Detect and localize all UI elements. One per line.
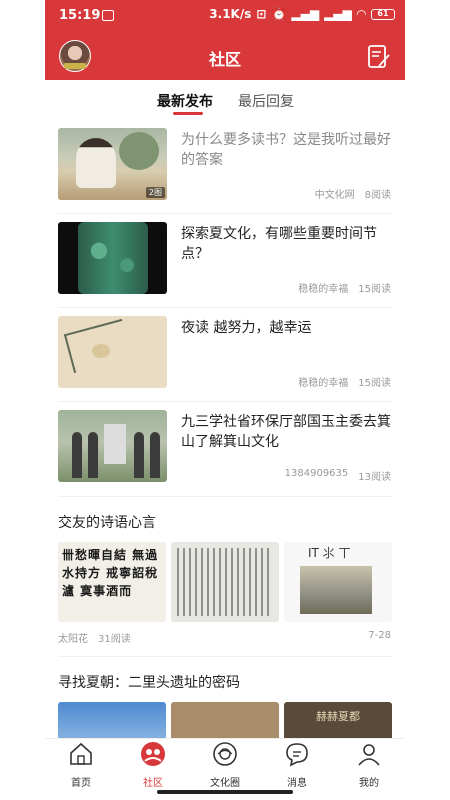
page-title: 社区 bbox=[208, 50, 241, 69]
post-image-gallery[interactable]: 卌愁暉自結 無過水持方 戒寧詔稅瀘 寞事酒而 IT ⺢ 丅 bbox=[58, 542, 405, 622]
article-meta: 中文化网 8阅读 bbox=[315, 186, 391, 201]
calligraphy-image: 卌愁暉自結 無過水持方 戒寧詔稅瀘 寞事酒而 bbox=[58, 542, 166, 622]
battery-icon: 61 bbox=[371, 8, 395, 20]
article-title: 探索夏文化，有哪些重要时间节点？ bbox=[181, 226, 377, 262]
article-thumbnail: 2图 bbox=[58, 128, 167, 200]
active-tab-indicator bbox=[173, 112, 203, 115]
manuscript-image bbox=[171, 542, 279, 622]
article-thumbnail bbox=[58, 410, 167, 482]
nav-culture-circle[interactable]: 文化圈 bbox=[189, 741, 261, 789]
status-bar: 15:19 3.1K/s ⊡ ⏰ ▂▄▆ ▂▄▆ ◠ 61 bbox=[45, 0, 405, 34]
nfc-icon: ⊡ bbox=[256, 7, 267, 21]
article-title: 为什么要多读书？这是我听过最好的答案 bbox=[181, 132, 391, 168]
post-author: 太阳花 bbox=[58, 634, 88, 645]
bird-painting-image: IT ⺢ 丅 bbox=[284, 542, 392, 622]
article-meta: 稳稳的幸福 15阅读 bbox=[298, 374, 391, 389]
status-time: 15:19 bbox=[59, 8, 101, 23]
message-icon bbox=[286, 743, 308, 767]
article-author: 1384909635 bbox=[284, 468, 349, 479]
app-screen: 15:19 3.1K/s ⊡ ⏰ ▂▄▆ ▂▄▆ ◠ 61 社区 最新发布 最后… bbox=[45, 0, 405, 800]
wifi-icon: ◠ bbox=[356, 7, 366, 21]
list-item[interactable]: 2图 为什么要多读书？这是我听过最好的答案 中文化网 8阅读 bbox=[45, 120, 405, 214]
article-reads: 15阅读 bbox=[358, 284, 391, 295]
article-reads: 8阅读 bbox=[364, 190, 391, 201]
post-title[interactable]: 交友的诗语心言 bbox=[58, 512, 156, 532]
nav-home[interactable]: 首页 bbox=[45, 741, 117, 789]
status-indicators: 3.1K/s ⊡ ⏰ ▂▄▆ ▂▄▆ ◠ 61 bbox=[209, 7, 395, 21]
app-header: 社区 bbox=[45, 34, 405, 80]
post-reads: 31阅读 bbox=[98, 634, 131, 645]
nav-profile[interactable]: 我的 bbox=[333, 741, 405, 789]
relic-image bbox=[171, 702, 279, 742]
alarm-icon: ⏰ bbox=[271, 7, 287, 21]
article-title: 夜读 越努力，越幸运 bbox=[181, 320, 312, 336]
notification-icon bbox=[102, 10, 114, 21]
feed-tabs: 最新发布 最后回复 bbox=[45, 80, 405, 120]
bottom-navigation: 首页 社区 文化圈 消息 我的 bbox=[45, 738, 405, 790]
edit-post-icon[interactable] bbox=[367, 44, 391, 70]
tab-last-reply[interactable]: 最后回复 bbox=[238, 91, 294, 111]
article-author: 稳稳的幸福 bbox=[298, 378, 349, 389]
network-speed: 3.1K/s bbox=[209, 7, 252, 21]
article-author: 稳稳的幸福 bbox=[298, 284, 349, 295]
home-icon bbox=[70, 742, 92, 765]
article-thumbnail bbox=[58, 222, 167, 294]
article-reads: 15阅读 bbox=[358, 378, 391, 389]
post-image-gallery[interactable]: 赫赫夏都 bbox=[58, 702, 405, 742]
list-item[interactable]: 探索夏文化，有哪些重要时间节点？ 稳稳的幸福 15阅读 bbox=[45, 214, 405, 308]
xia-capital-image: 赫赫夏都 bbox=[284, 702, 392, 742]
nav-community[interactable]: 社区 bbox=[117, 741, 189, 789]
post-date: 7-28 bbox=[368, 630, 391, 641]
profile-icon bbox=[358, 744, 380, 766]
culture-circle-icon bbox=[213, 742, 237, 766]
article-title: 九三学社省环保厅部国玉主委去箕山了解箕山文化 bbox=[181, 414, 391, 450]
divider bbox=[58, 496, 392, 497]
article-meta: 稳稳的幸福 15阅读 bbox=[298, 280, 391, 295]
list-item[interactable]: 九三学社省环保厅部国玉主委去箕山了解箕山文化 1384909635 13阅读 bbox=[45, 402, 405, 496]
community-icon bbox=[141, 742, 165, 766]
divider bbox=[58, 656, 392, 657]
post-title[interactable]: 寻找夏朝：二里头遗址的密码 bbox=[58, 672, 240, 692]
signal-2-icon: ▂▄▆ bbox=[324, 7, 352, 21]
nav-messages[interactable]: 消息 bbox=[261, 741, 333, 789]
post-meta: 太阳花 31阅读 bbox=[58, 630, 131, 645]
image-count-badge: 2图 bbox=[145, 187, 165, 198]
article-author: 中文化网 bbox=[314, 190, 355, 201]
tab-latest[interactable]: 最新发布 bbox=[157, 91, 213, 111]
sky-image bbox=[58, 702, 166, 742]
article-meta: 1384909635 13阅读 bbox=[285, 468, 391, 483]
home-indicator bbox=[157, 790, 293, 794]
article-thumbnail bbox=[58, 316, 167, 388]
list-item[interactable]: 夜读 越努力，越幸运 稳稳的幸福 15阅读 bbox=[45, 308, 405, 402]
article-reads: 13阅读 bbox=[358, 472, 391, 483]
signal-icon: ▂▄▆ bbox=[291, 7, 320, 21]
